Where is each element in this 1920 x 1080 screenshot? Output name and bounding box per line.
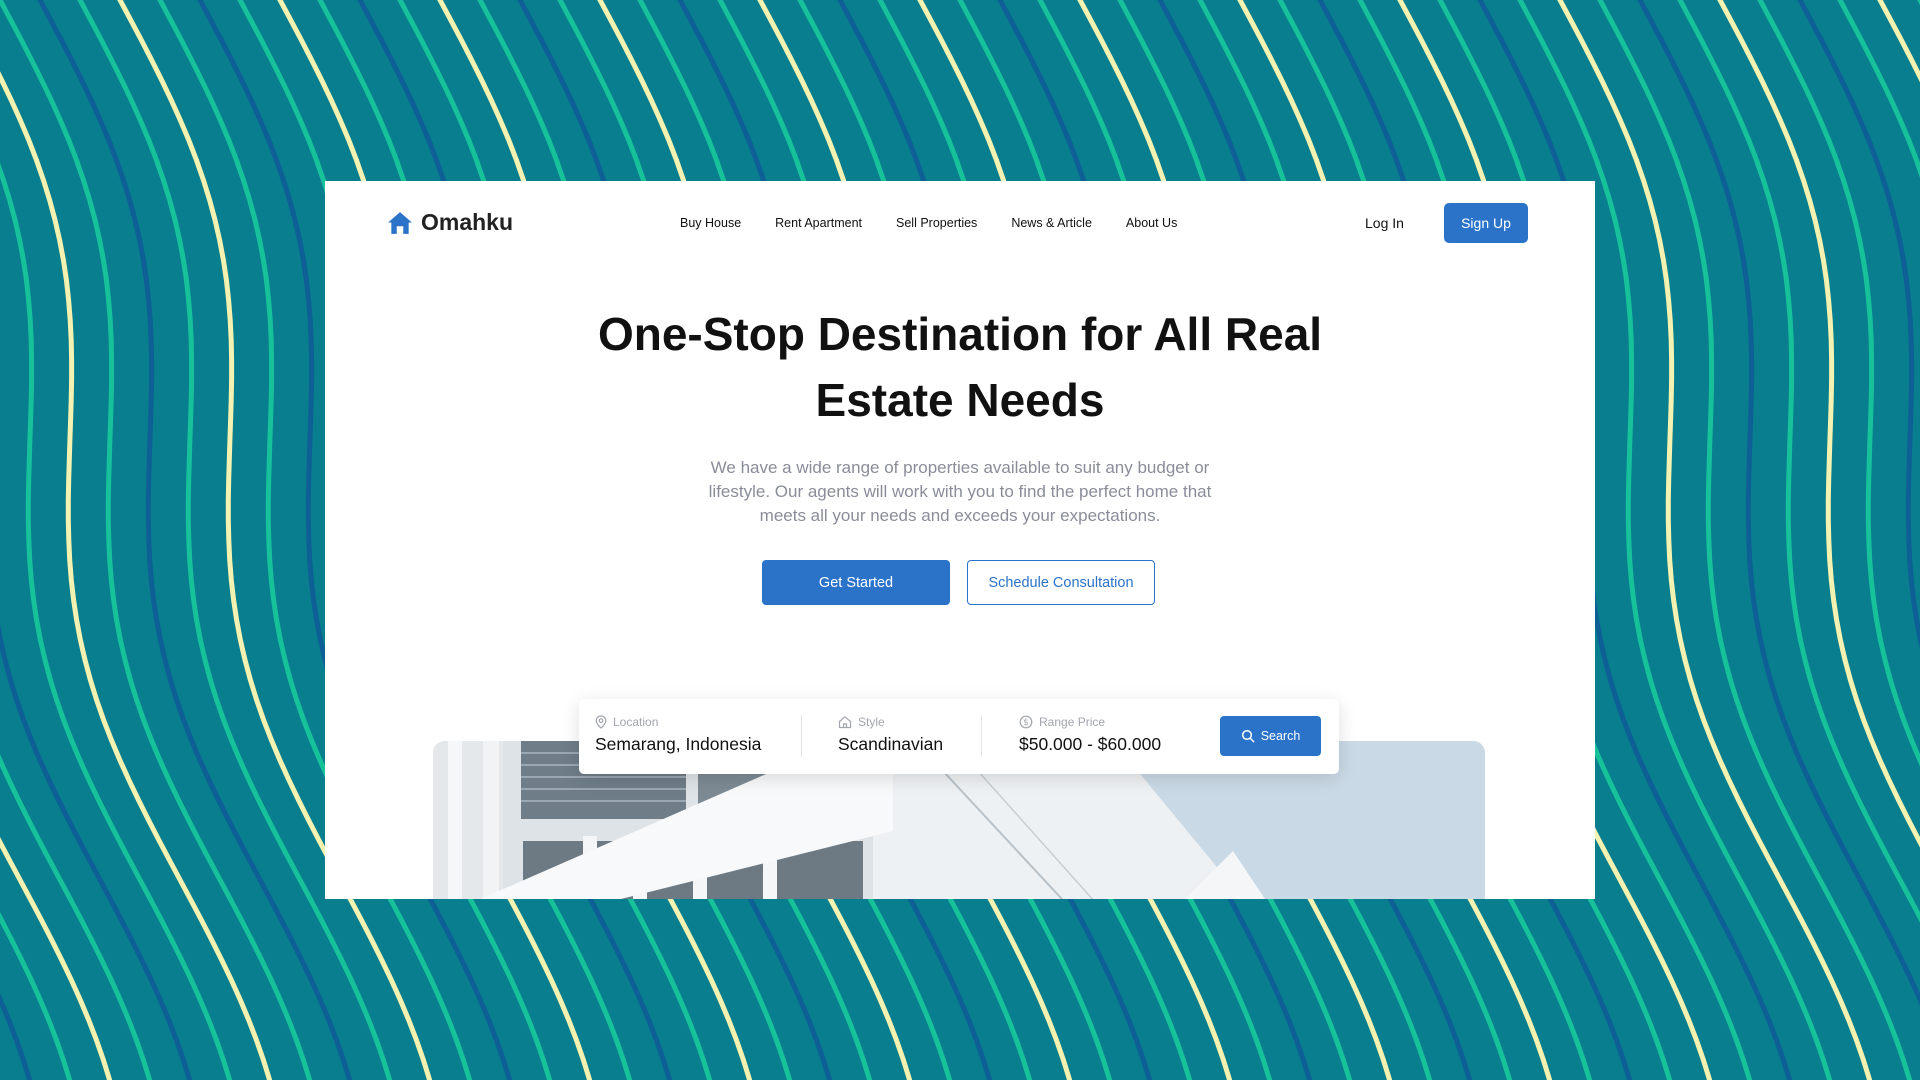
property-search-bar: Location Semarang, Indonesia Style Scand… (579, 699, 1339, 774)
wave-stripe (1717, 0, 1920, 848)
house-icon (388, 211, 412, 234)
hero-description: We have a wide range of properties avail… (708, 458, 1212, 525)
dollar-circle-icon: $ (1019, 715, 1033, 729)
wave-stripe (1757, 0, 1920, 767)
search-divider (801, 715, 802, 757)
hero-title: One-Stop Destination for All Real Estate… (597, 308, 1323, 426)
location-pin-icon (595, 715, 607, 729)
location-field[interactable]: Location Semarang, Indonesia (595, 715, 761, 755)
price-label: Range Price (1039, 715, 1106, 729)
search-button-label: Search (1260, 729, 1301, 743)
location-label: Location (613, 715, 659, 729)
nav-link-about-us[interactable]: About Us (1126, 216, 1177, 230)
nav-link-rent-apartment[interactable]: Rent Apartment (775, 216, 862, 230)
brand-logo[interactable]: Omahku (387, 209, 513, 236)
price-range-field[interactable]: $ Range Price $50.000 - $60.000 (1019, 715, 1161, 755)
wave-stripe (1797, 0, 1920, 650)
house-outline-icon (838, 716, 852, 729)
style-label: Style (858, 715, 885, 729)
get-started-button[interactable]: Get Started (762, 560, 950, 605)
nav-link-sell-properties[interactable]: Sell Properties (896, 216, 977, 230)
svg-text:$: $ (1023, 718, 1028, 728)
login-link[interactable]: Log In (1365, 215, 1404, 231)
signup-button[interactable]: Sign Up (1444, 203, 1528, 243)
style-field[interactable]: Style Scandinavian (838, 715, 943, 755)
price-value: $50.000 - $60.000 (1019, 734, 1162, 754)
search-button[interactable]: Search (1220, 716, 1321, 756)
wave-stripe (0, 836, 113, 1080)
search-icon (1241, 729, 1255, 743)
main-navigation: Buy House Rent Apartment Sell Properties… (680, 216, 1177, 230)
search-divider (981, 715, 982, 757)
location-value: Semarang, Indonesia (595, 734, 762, 754)
nav-link-buy-house[interactable]: Buy House (680, 216, 741, 230)
style-value: Scandinavian (838, 734, 944, 754)
schedule-consultation-button[interactable]: Schedule Consultation (967, 560, 1155, 605)
website-mockup-card: Omahku Buy House Rent Apartment Sell Pro… (325, 181, 1595, 899)
nav-link-news-article[interactable]: News & Article (1011, 216, 1092, 230)
brand-name: Omahku (421, 209, 514, 235)
